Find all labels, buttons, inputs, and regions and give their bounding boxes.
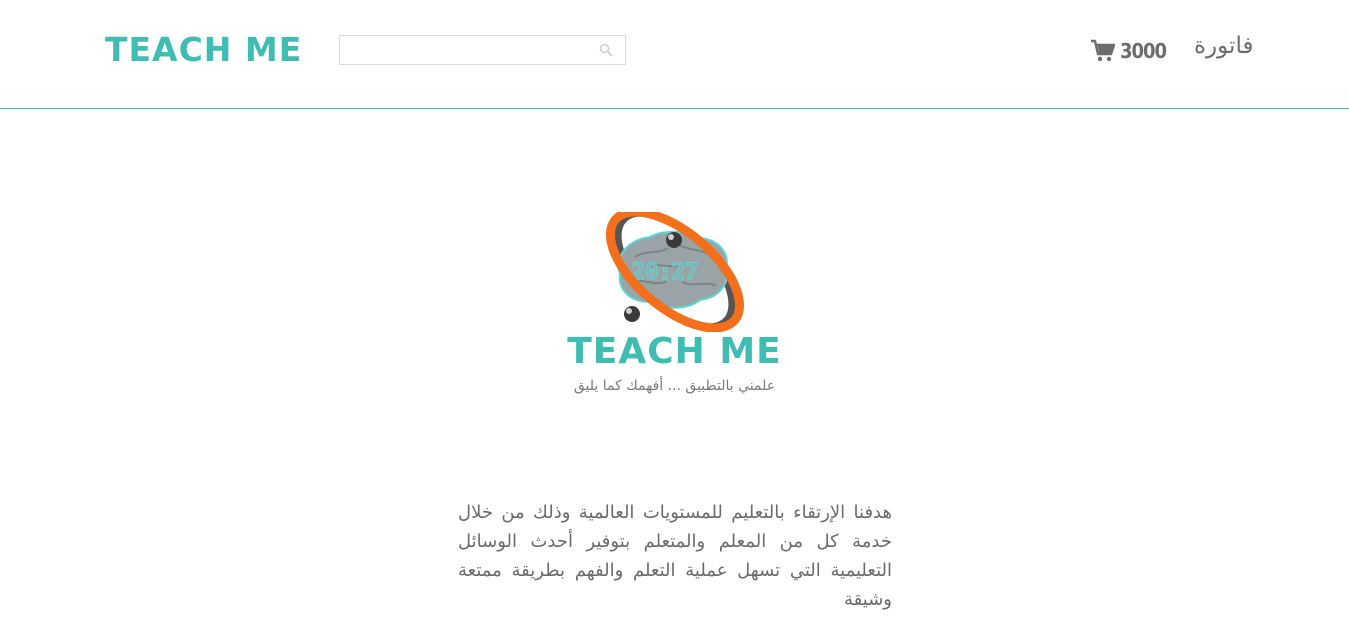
about-description: هدفنا الإرتقاء بالتعليم للمستويات العالم… <box>458 502 892 610</box>
search-icon[interactable] <box>599 43 613 57</box>
search-input[interactable] <box>344 39 598 63</box>
shopping-cart-icon <box>1091 39 1116 62</box>
brain-atom-logo: 20:27 <box>605 212 745 332</box>
tagline: علمني بالتطبيق ... أفهمك كما يليق <box>573 378 776 394</box>
site-header: TEACH ME 3000 فاتورة <box>0 0 1349 109</box>
cart-button[interactable]: 3000 <box>1090 36 1167 66</box>
invoice-link[interactable]: فاتورة <box>1194 33 1253 59</box>
header-logo[interactable]: TEACH ME <box>105 30 302 70</box>
search-box[interactable] <box>339 35 626 65</box>
cart-count: 3000 <box>1120 39 1167 63</box>
hero-brand-text: TEACH ME <box>567 331 782 372</box>
clock-digits: 20:27 <box>632 260 698 285</box>
